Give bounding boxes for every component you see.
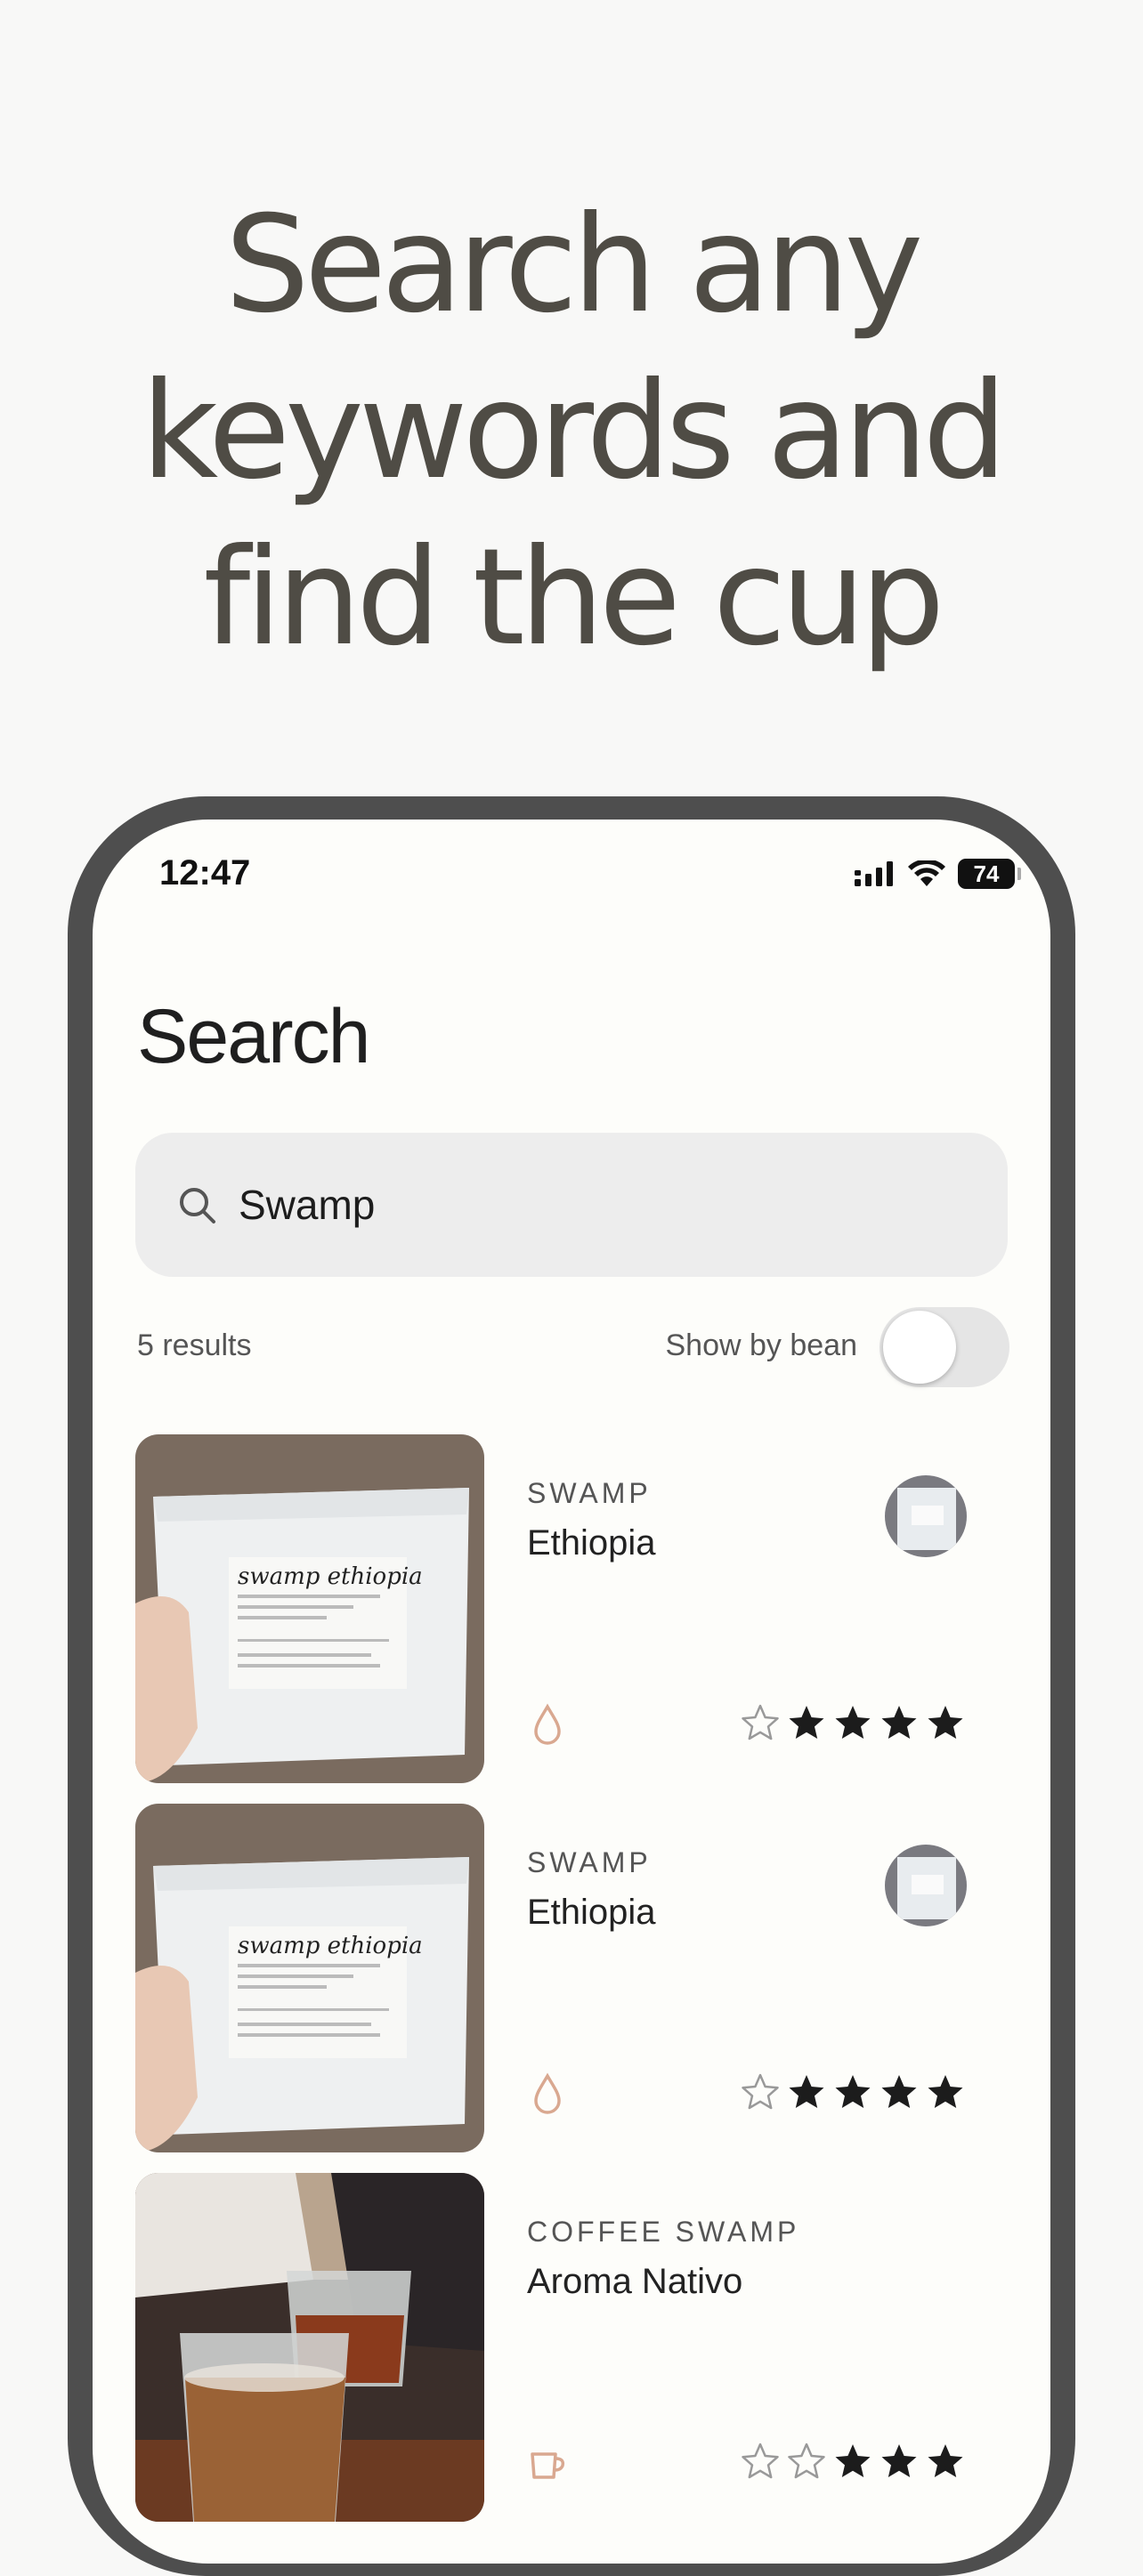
cup-icon — [531, 2452, 565, 2479]
rating-stars — [741, 2072, 965, 2112]
star-filled-icon — [789, 1706, 824, 1739]
bean-name: Ethiopia — [527, 1523, 656, 1563]
bean-name: Ethiopia — [527, 1893, 656, 1932]
toggle-knob — [883, 1311, 956, 1384]
cellular-signal-icon — [855, 861, 893, 886]
star-filled-icon — [928, 2075, 963, 2108]
star-filled-icon — [835, 1706, 871, 1739]
roaster-name: COFFEE SWAMP — [527, 2216, 800, 2248]
battery-level: 74 — [973, 860, 1000, 887]
star-filled-icon — [835, 2075, 871, 2108]
star-empty-icon — [742, 2073, 779, 2110]
roaster-avatar — [885, 1845, 967, 1926]
star-empty-icon — [788, 2443, 825, 2479]
search-icon — [180, 1188, 215, 1223]
star-filled-icon — [789, 2075, 824, 2108]
bag-label-text: swamp ethiopia — [238, 1563, 423, 1590]
bag-label-text: swamp ethiopia — [238, 1933, 423, 1959]
rating-stars — [741, 2442, 965, 2481]
star-filled-icon — [881, 2444, 917, 2477]
roaster-name: SWAMP — [527, 1477, 652, 1509]
star-filled-icon — [928, 2444, 963, 2477]
star-filled-icon — [835, 2444, 871, 2477]
show-by-bean-label: Show by bean — [665, 1328, 858, 1362]
rating-stars — [741, 1703, 965, 1742]
headline-line-1: Search any — [224, 188, 924, 343]
search-input[interactable] — [237, 1180, 952, 1230]
show-by-bean-toggle[interactable] — [880, 1307, 1009, 1387]
star-empty-icon — [742, 2443, 779, 2479]
wifi-icon — [908, 860, 945, 886]
star-empty-icon — [742, 1704, 779, 1740]
coffee-bag-photo: swamp ethiopia — [135, 1804, 484, 2152]
headline-line-3: find the cup — [203, 521, 944, 675]
result-card[interactable]: swamp ethiopia SWAMP Ethiopia — [135, 1804, 1011, 2152]
drip-icon — [534, 1703, 561, 1745]
star-filled-icon — [928, 1706, 963, 1739]
iced-coffee-photo — [135, 2173, 484, 2522]
status-time: 12:47 — [159, 853, 251, 892]
roaster-avatar — [885, 1475, 967, 1557]
star-filled-icon — [881, 1706, 917, 1739]
result-card[interactable]: swamp ethiopia SWAMP Ethiopia — [135, 1434, 1011, 1783]
battery-icon: 74 — [958, 859, 1021, 889]
headline-line-2: keywords and — [141, 354, 1007, 509]
search-bar[interactable] — [135, 1133, 1008, 1277]
result-card[interactable]: COFFEE SWAMP Aroma Nativo — [135, 2173, 1011, 2522]
bean-name: Aroma Nativo — [527, 2262, 743, 2301]
drip-icon — [534, 2072, 561, 2114]
headline: Search any keywords and find the cup — [0, 182, 1143, 682]
roaster-name: SWAMP — [527, 1846, 652, 1878]
page-title: Search — [137, 994, 370, 1079]
results-count: 5 results — [137, 1328, 252, 1362]
phone-screen: 12:47 74 Search 5 results Show by bean — [93, 820, 1050, 2564]
status-icons: 74 — [855, 859, 1021, 889]
coffee-bag-photo: swamp ethiopia — [135, 1434, 484, 1783]
star-filled-icon — [881, 2075, 917, 2108]
